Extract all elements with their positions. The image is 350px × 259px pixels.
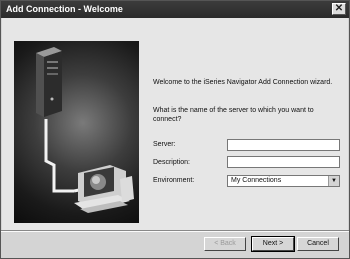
server-input[interactable] (227, 139, 340, 151)
cancel-button[interactable]: Cancel (297, 237, 339, 251)
title-bar: Add Connection - Welcome ✕ (1, 1, 349, 18)
environment-select[interactable]: My Connections ▼ (227, 175, 340, 187)
question-text: What is the name of the server to which … (153, 107, 314, 123)
window-title: Add Connection - Welcome (6, 4, 123, 14)
close-button[interactable]: ✕ (332, 3, 346, 15)
description-label: Description: (153, 159, 190, 166)
server-label: Server: (153, 141, 176, 148)
back-button[interactable]: < Back (204, 237, 246, 251)
next-button[interactable]: Next > (251, 236, 295, 252)
welcome-text: Welcome to the iSeries Navigator Add Con… (153, 79, 333, 86)
close-icon: ✕ (334, 3, 344, 14)
add-connection-dialog: Add Connection - Welcome ✕ Welcome to th… (0, 0, 350, 259)
wizard-illustration (14, 41, 139, 223)
wizard-panel (2, 18, 348, 230)
description-input[interactable] (227, 156, 340, 168)
desktop-computer-icon (74, 165, 134, 213)
environment-value: My Connections (231, 177, 282, 184)
footer-divider-highlight (1, 231, 349, 232)
environment-label: Environment: (153, 177, 195, 184)
server-tower-icon (36, 47, 62, 117)
chevron-down-icon[interactable]: ▼ (328, 176, 339, 186)
